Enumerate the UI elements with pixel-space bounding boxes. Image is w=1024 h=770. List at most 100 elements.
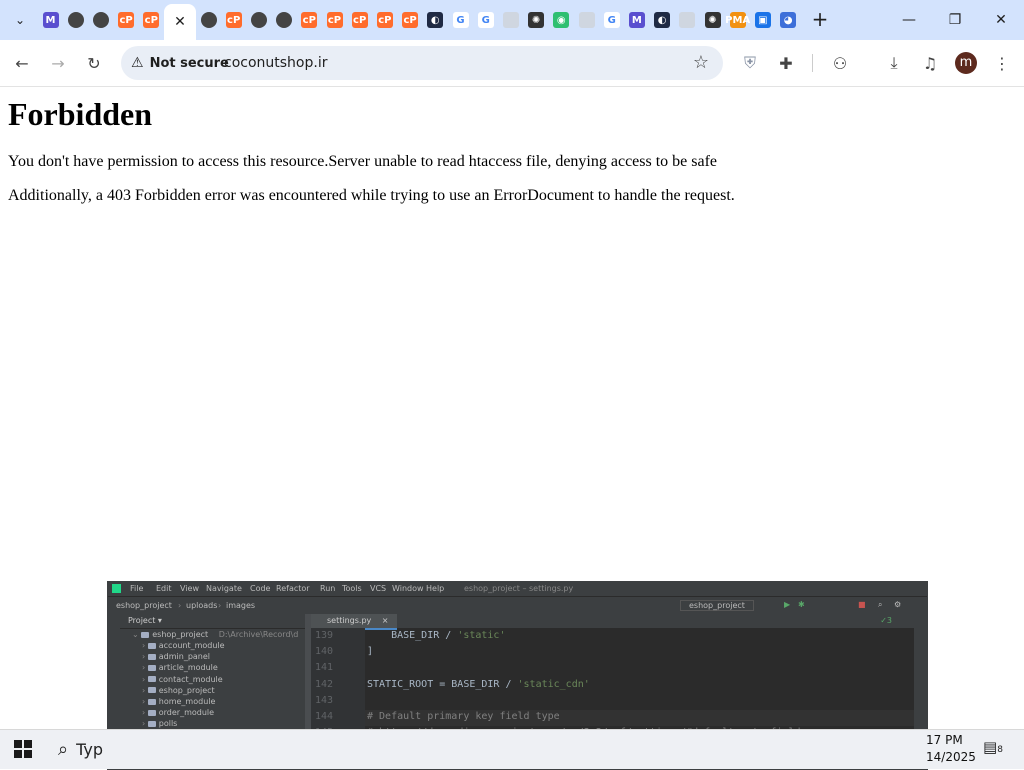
- tab-11[interactable]: cP: [322, 8, 347, 32]
- code-line: STATIC_ROOT = BASE_DIR / 'static_cdn': [367, 678, 590, 690]
- tab-10[interactable]: cP: [297, 8, 322, 32]
- tab-12[interactable]: cP: [347, 8, 372, 32]
- editor-tab-bar: settings.py × ✓3: [311, 614, 914, 630]
- tab-15[interactable]: ◐: [423, 8, 448, 32]
- start-button[interactable]: [14, 740, 32, 758]
- ide-menu-refactor[interactable]: Refactor: [276, 584, 310, 593]
- security-chip[interactable]: ⚠ Not secure: [127, 51, 229, 75]
- ide-window-title: eshop_project – settings.py: [464, 584, 574, 593]
- search-icon[interactable]: ⌕: [878, 600, 882, 610]
- ide-menu-vcs[interactable]: VCS: [370, 584, 386, 593]
- new-tab-button[interactable]: +: [808, 8, 832, 32]
- active-tab[interactable]: ✕: [164, 4, 196, 40]
- ide-menu-code[interactable]: Code: [250, 584, 270, 593]
- url-text[interactable]: coconutshop.ir: [224, 55, 327, 71]
- run-icon[interactable]: ▶: [784, 600, 790, 609]
- clock-time: 17 PM: [926, 733, 963, 747]
- tab-27[interactable]: PMA: [725, 8, 750, 32]
- tab-7[interactable]: cP: [221, 8, 246, 32]
- ide-menu-navigate[interactable]: Navigate: [206, 584, 242, 593]
- phpmyadmin-icon: PMA: [725, 12, 750, 28]
- debug-icon[interactable]: ✱: [798, 600, 805, 609]
- tab-14[interactable]: cP: [398, 8, 423, 32]
- tab-5[interactable]: cP: [139, 8, 164, 32]
- breadcrumb-root[interactable]: eshop_project: [116, 601, 172, 610]
- ide-menu-view[interactable]: View: [180, 584, 199, 593]
- tab-4[interactable]: cP: [114, 8, 139, 32]
- tab-24[interactable]: ◐: [650, 8, 675, 32]
- close-tab-icon[interactable]: ✕: [174, 14, 186, 30]
- tab-search-button[interactable]: ⌄: [8, 8, 32, 32]
- tab-3[interactable]: [88, 8, 113, 32]
- tab-6[interactable]: [196, 8, 221, 32]
- minimize-button[interactable]: —: [886, 0, 932, 40]
- incognito-button[interactable]: ⚇: [826, 49, 854, 77]
- tree-item[interactable]: › contact_module: [142, 675, 223, 686]
- tab-9[interactable]: [272, 8, 297, 32]
- tab-19[interactable]: ✺: [524, 8, 549, 32]
- breadcrumb-images[interactable]: images: [226, 601, 255, 610]
- tab-22[interactable]: G: [599, 8, 624, 32]
- shield-extension-button[interactable]: ⛨: [736, 49, 764, 77]
- ide-menu-run[interactable]: Run: [320, 584, 335, 593]
- browser-toolbar: ← → ↻ ⚠ Not secure coconutshop.ir ☆ ⛨ ✚ …: [0, 40, 1024, 87]
- tab-29[interactable]: ◕: [776, 8, 801, 32]
- tree-item[interactable]: › eshop_project: [142, 686, 215, 697]
- tab-23[interactable]: M: [624, 8, 649, 32]
- tab-26[interactable]: ✺: [700, 8, 725, 32]
- minimize-icon: —: [902, 12, 916, 28]
- tab-28[interactable]: ▣: [750, 8, 775, 32]
- tree-root[interactable]: ⌄ eshop_project D:\Archive\Record\d: [132, 630, 298, 641]
- notification-count: 8: [997, 745, 1003, 755]
- tab-16[interactable]: G: [448, 8, 473, 32]
- tab-2[interactable]: [63, 8, 88, 32]
- breadcrumb-uploads[interactable]: uploads: [186, 601, 217, 610]
- chat-icon: ▤: [983, 738, 998, 756]
- plus-icon: +: [811, 7, 829, 31]
- tab-17[interactable]: G: [473, 8, 498, 32]
- tree-item[interactable]: › admin_panel: [142, 652, 210, 663]
- tab-25[interactable]: [675, 8, 700, 32]
- tab-8[interactable]: [246, 8, 271, 32]
- playlist-icon: ♫: [922, 53, 938, 73]
- forward-button[interactable]: →: [44, 49, 72, 77]
- ide-menu-edit[interactable]: Edit: [156, 584, 172, 593]
- stop-icon[interactable]: ■: [858, 600, 866, 609]
- ide-menu-help[interactable]: Help: [426, 584, 444, 593]
- restore-button[interactable]: ❐: [932, 0, 978, 40]
- address-bar[interactable]: ⚠ Not secure coconutshop.ir ☆: [121, 46, 723, 80]
- tab-20[interactable]: ◉: [549, 8, 574, 32]
- tab-18[interactable]: [498, 8, 523, 32]
- error-message: You don't have permission to access this…: [8, 153, 718, 170]
- downloads-button[interactable]: ⤓: [880, 49, 908, 77]
- tree-item[interactable]: › home_module: [142, 697, 215, 708]
- bookmark-star-icon[interactable]: ☆: [693, 52, 709, 73]
- run-config-select[interactable]: eshop_project: [680, 600, 754, 611]
- tree-item[interactable]: › article_module: [142, 663, 218, 674]
- notification-button[interactable]: ▤8: [983, 738, 1005, 758]
- system-clock[interactable]: 17 PM 14/2025: [926, 732, 976, 766]
- page-heading: Forbidden: [8, 96, 153, 132]
- tab-13[interactable]: cP: [372, 8, 397, 32]
- profile-avatar[interactable]: m: [955, 52, 977, 74]
- media-control-button[interactable]: ♫: [916, 49, 944, 77]
- window-icon: ▣: [754, 12, 771, 28]
- ide-menu-file[interactable]: File: [130, 584, 143, 593]
- ide-menu-tools[interactable]: Tools: [342, 584, 362, 593]
- close-window-button[interactable]: ✕: [978, 0, 1024, 40]
- google-icon: G: [603, 12, 620, 28]
- tab-21[interactable]: [574, 8, 599, 32]
- tab-1[interactable]: M: [38, 8, 63, 32]
- taskbar-search[interactable]: ⌕ Typ: [48, 730, 108, 769]
- error-detail: Additionally, a 403 Forbidden error was …: [8, 187, 735, 204]
- gear-icon[interactable]: ⚙: [894, 600, 901, 609]
- menu-button[interactable]: ⋮: [988, 49, 1016, 77]
- reload-button[interactable]: ↻: [80, 49, 108, 77]
- folder-icon: [147, 664, 156, 671]
- tree-item[interactable]: › order_module: [142, 708, 214, 719]
- tree-item[interactable]: › account_module: [142, 641, 225, 652]
- back-button[interactable]: ←: [8, 49, 36, 77]
- extensions-button[interactable]: ✚: [772, 49, 800, 77]
- inspections-indicator[interactable]: ✓3: [872, 614, 900, 628]
- ide-menu-window[interactable]: Window: [392, 584, 424, 593]
